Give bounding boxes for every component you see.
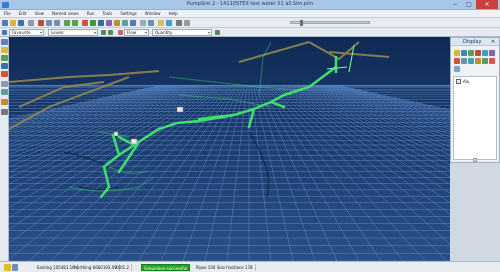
menu-run[interactable]: Run <box>83 10 99 17</box>
status-elevation: 2601.2 <box>113 264 132 271</box>
pump-3[interactable] <box>113 131 119 137</box>
new-icon[interactable] <box>2 20 8 26</box>
grid-icon[interactable] <box>176 20 182 26</box>
remove-icon[interactable] <box>475 50 481 56</box>
eye-icon[interactable] <box>461 58 467 64</box>
expand-icon[interactable] <box>454 66 460 72</box>
menu-window[interactable]: Window <box>141 10 165 17</box>
pan-tool-icon[interactable] <box>1 47 8 53</box>
viewport-background <box>9 37 450 261</box>
flow-type-icon <box>118 30 123 35</box>
display-layer-list: ✓ Alu <box>453 76 497 160</box>
title-bar: PumpSim 2 - 14110STEX test water 01 all.… <box>0 0 500 10</box>
filter-icon[interactable] <box>101 30 106 35</box>
maximize-button[interactable]: □ <box>462 0 476 9</box>
pump-2[interactable] <box>130 138 138 145</box>
cut-icon[interactable] <box>38 20 44 26</box>
flow-select[interactable]: Flow ▾ <box>124 29 149 36</box>
uncheck-all-icon[interactable] <box>489 58 495 64</box>
filter-toolbar: Favourite ▾ Levels ▾ Flow ▾ Quantity ▾ <box>0 28 500 37</box>
quantity-select[interactable]: Quantity ▾ <box>152 29 212 36</box>
menu-file[interactable]: File <box>0 10 15 17</box>
color-icon[interactable] <box>468 58 474 64</box>
menu-help[interactable]: Help <box>165 10 182 17</box>
pump-icon[interactable] <box>122 20 128 26</box>
favourite-select[interactable]: Favourite ▾ <box>9 29 44 36</box>
display-panel-header: Display ✕ <box>451 38 499 46</box>
menu-settings[interactable]: Settings <box>116 10 140 17</box>
main-toolbar <box>0 18 500 28</box>
layer-checkbox[interactable]: ✓ <box>456 79 461 84</box>
display-panel-close-icon[interactable]: ✕ <box>491 39 495 45</box>
copy-icon[interactable] <box>46 20 52 26</box>
simulation-status-badge: Simulation successful <box>141 264 191 271</box>
favourite-icon <box>2 30 7 35</box>
redo-icon[interactable] <box>72 20 78 26</box>
menu-named-views[interactable]: Named views <box>48 10 83 17</box>
palette-icon[interactable] <box>489 50 495 56</box>
chevron-down-icon: ▾ <box>144 30 147 35</box>
panel-resize-handle[interactable] <box>473 158 477 162</box>
filter-icon[interactable] <box>454 58 460 64</box>
levels-select-value: Levels <box>51 30 64 35</box>
rotate-tool-icon[interactable] <box>1 55 8 61</box>
add-pump-icon[interactable] <box>1 89 8 95</box>
warning-icon <box>4 264 11 271</box>
levels-select[interactable]: Levels ▾ <box>48 29 98 36</box>
legend-icon[interactable] <box>215 30 220 35</box>
minimize-button[interactable]: − <box>448 0 462 9</box>
menu-tools[interactable]: Tools <box>99 10 117 17</box>
save-icon[interactable] <box>461 50 467 56</box>
light-icon[interactable] <box>158 20 164 26</box>
node-icon[interactable] <box>130 20 136 26</box>
pump-1[interactable] <box>176 106 184 113</box>
add-pipe-icon[interactable] <box>1 71 8 77</box>
chevron-down-icon: ▾ <box>207 30 210 35</box>
settings-icon[interactable] <box>140 20 146 26</box>
select-tool-icon[interactable] <box>1 39 8 45</box>
print-icon[interactable] <box>28 20 34 26</box>
layer-item-label[interactable]: Alu <box>463 79 469 84</box>
zoom-icon[interactable] <box>98 20 104 26</box>
view-icon[interactable] <box>148 20 154 26</box>
status-pipe-count: Pipes 104 Size fractions 178 <box>194 264 256 271</box>
display-panel: Display ✕ ✓ Alu <box>450 37 500 163</box>
status-bar: Easting 105481.16 Northing 6660193.09 26… <box>0 261 500 272</box>
3d-viewport[interactable] <box>9 37 450 261</box>
legend-icon[interactable] <box>475 58 481 64</box>
camera-icon[interactable] <box>184 20 190 26</box>
folder-icon[interactable] <box>454 50 460 56</box>
add-icon[interactable] <box>468 50 474 56</box>
favourite-select-value: Favourite <box>12 30 31 35</box>
water-icon[interactable] <box>166 20 172 26</box>
menu-edit[interactable]: Edit <box>15 10 31 17</box>
flow-select-value: Flow <box>127 30 137 35</box>
window-title: PumpSim 2 - 14110STEX test water 01 all.… <box>186 1 314 7</box>
delete-icon[interactable] <box>1 109 8 115</box>
left-toolbar <box>0 37 9 261</box>
close-button[interactable]: ✕ <box>476 0 498 9</box>
chevron-down-icon: ▾ <box>39 30 42 35</box>
coordinate-icon <box>12 264 18 271</box>
zoom-slider-thumb[interactable] <box>300 20 303 26</box>
refresh-icon[interactable] <box>482 50 488 56</box>
display-panel-title: Display <box>463 39 482 45</box>
paste-icon[interactable] <box>54 20 60 26</box>
check-all-icon[interactable] <box>482 58 488 64</box>
undo-icon[interactable] <box>64 20 70 26</box>
quantity-select-value: Quantity <box>155 30 173 35</box>
measure-icon[interactable] <box>1 99 8 105</box>
chevron-down-icon: ▾ <box>93 30 96 35</box>
play-icon[interactable] <box>90 20 96 26</box>
save-icon[interactable] <box>18 20 24 26</box>
zoom-tool-icon[interactable] <box>1 63 8 69</box>
pipe-icon[interactable] <box>114 20 120 26</box>
open-icon[interactable] <box>10 20 16 26</box>
menu-bar: File Edit View Named views Run Tools Set… <box>0 10 500 18</box>
filter2-icon[interactable] <box>108 30 113 35</box>
run-icon[interactable] <box>82 20 88 26</box>
add-node-icon[interactable] <box>1 81 8 87</box>
layers-icon[interactable] <box>106 20 112 26</box>
menu-view[interactable]: View <box>30 10 48 17</box>
